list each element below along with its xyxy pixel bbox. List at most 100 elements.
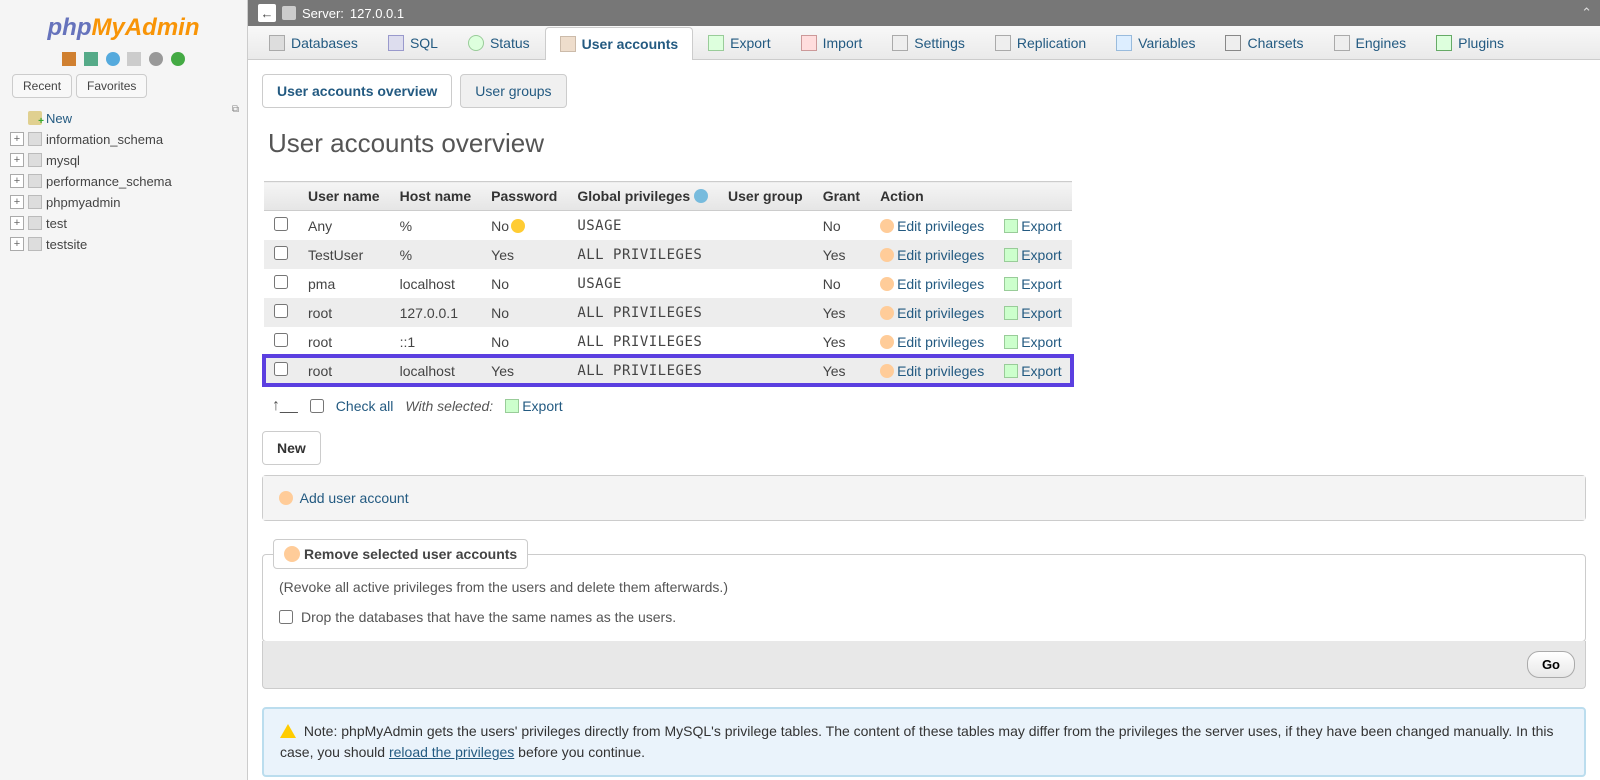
reload-privileges-link[interactable]: reload the privileges [389,744,514,760]
password-warn-icon[interactable] [511,219,525,233]
expand-icon[interactable]: + [10,153,24,167]
tree-db-test[interactable]: +test [8,213,239,234]
database-icon [28,153,42,167]
tree-new-database[interactable]: New [8,108,239,129]
settings-icon[interactable] [149,52,163,66]
cell-export[interactable]: Export [994,240,1071,269]
sidebar: phpMyAdmin Recent Favorites ⧉ New + infor… [0,0,248,780]
row-checkbox[interactable] [274,304,288,318]
drop-dbs-label: Drop the databases that have the same na… [301,609,676,625]
collapse-topbar-icon[interactable]: ⌃ [1581,5,1592,21]
cell-export[interactable]: Export [994,269,1071,298]
logo-php: php [48,14,92,41]
cell-user: root [298,356,390,385]
tab-status[interactable]: Status [453,26,545,59]
tab-user-accounts[interactable]: User accounts [545,27,693,60]
sql-icon[interactable] [127,52,141,66]
tab-export[interactable]: Export [693,26,785,59]
cell-grant: Yes [813,240,870,269]
favorites-tab[interactable]: Favorites [76,74,147,98]
back-button[interactable]: ← [258,4,276,22]
export-icon [505,399,519,413]
col-grant: Grant [813,182,870,211]
cell-user: Any [298,211,390,241]
expand-icon[interactable]: + [10,237,24,251]
row-checkbox[interactable] [274,275,288,289]
tab-settings[interactable]: Settings [877,26,980,59]
tree-db-mysql[interactable]: +mysql [8,150,239,171]
expand-icon[interactable]: + [10,216,24,230]
row-checkbox[interactable] [274,362,288,376]
cell-host: localhost [390,356,482,385]
new-button[interactable]: New [262,431,321,465]
remove-users-subtext: (Revoke all active privileges from the u… [279,579,1569,595]
cell-edit[interactable]: Edit privileges [870,356,994,385]
server-icon [282,6,296,20]
go-button[interactable]: Go [1527,651,1575,678]
export-icon [1004,219,1018,233]
docs-icon[interactable] [106,52,120,66]
edit-privileges-icon [880,248,894,262]
tab-label: Replication [1017,35,1086,51]
cell-export[interactable]: Export [994,211,1071,241]
tab-label: Settings [914,35,965,51]
server-bar: ← Server: 127.0.0.1 ⌃ [248,0,1600,26]
reload-icon[interactable] [171,52,185,66]
cell-privileges: ALL PRIVILEGES [567,240,718,269]
tree-db-label: performance_schema [46,174,172,189]
cell-edit[interactable]: Edit privileges [870,327,994,356]
tab-charsets[interactable]: Charsets [1210,26,1318,59]
tree-db-testsite[interactable]: + testsite [8,234,239,255]
drop-dbs-option[interactable]: Drop the databases that have the same na… [279,609,1569,625]
tab-import[interactable]: Import [786,26,878,59]
charsets-icon [1225,35,1241,51]
note-text-suffix: before you continue. [514,744,645,760]
logout-icon[interactable] [84,52,98,66]
tab-databases[interactable]: Databases [254,26,373,59]
tree-db-performance_schema[interactable]: + performance_schema [8,171,239,192]
tab-sql[interactable]: SQL [373,26,453,59]
user-row: pmalocalhostNoUSAGENoEdit privilegesExpo… [264,269,1072,298]
tree-db-phpmyadmin[interactable]: +phpmyadmin [8,192,239,213]
tree-db-information_schema[interactable]: + information_schema [8,129,239,150]
tree-db-label: information_schema [46,132,163,147]
tab-replication[interactable]: Replication [980,26,1101,59]
subtab-overview[interactable]: User accounts overview [262,74,452,108]
tab-variables[interactable]: Variables [1101,26,1210,59]
logo[interactable]: phpMyAdmin [0,8,247,46]
row-checkbox[interactable] [274,246,288,260]
cell-edit[interactable]: Edit privileges [870,211,994,241]
expand-icon[interactable]: + [10,132,24,146]
tab-plugins[interactable]: Plugins [1421,26,1519,59]
tree-db-label: testsite [46,237,87,252]
row-checkbox[interactable] [274,333,288,347]
export-icon [1004,306,1018,320]
subtab-groups[interactable]: User groups [460,74,566,108]
cell-host: 127.0.0.1 [390,298,482,327]
expand-icon[interactable]: + [10,195,24,209]
cell-privileges: ALL PRIVILEGES [567,327,718,356]
cell-edit[interactable]: Edit privileges [870,298,994,327]
cell-export[interactable]: Export [994,356,1071,385]
add-user-link[interactable]: Add user account [300,490,409,506]
cell-export[interactable]: Export [994,298,1071,327]
drop-dbs-checkbox[interactable] [279,610,293,624]
check-all-checkbox[interactable] [310,399,324,413]
cell-edit[interactable]: Edit privileges [870,240,994,269]
home-icon[interactable] [62,52,76,66]
recent-tab[interactable]: Recent [12,74,72,98]
row-checkbox[interactable] [274,217,288,231]
tab-engines[interactable]: Engines [1319,26,1422,59]
bulk-export-link[interactable]: Export [505,398,562,414]
cell-export[interactable]: Export [994,327,1071,356]
user-row: Any%NoUSAGENoEdit privilegesExport [264,211,1072,241]
collapse-sidebar-icon[interactable]: ⧉ [232,104,239,115]
tab-label: Plugins [1458,35,1504,51]
check-all-link[interactable]: Check all [336,398,394,414]
cell-host: localhost [390,269,482,298]
help-icon[interactable] [694,189,708,203]
tab-label: Engines [1356,35,1407,51]
cell-edit[interactable]: Edit privileges [870,269,994,298]
edit-privileges-icon [880,306,894,320]
expand-icon[interactable]: + [10,174,24,188]
